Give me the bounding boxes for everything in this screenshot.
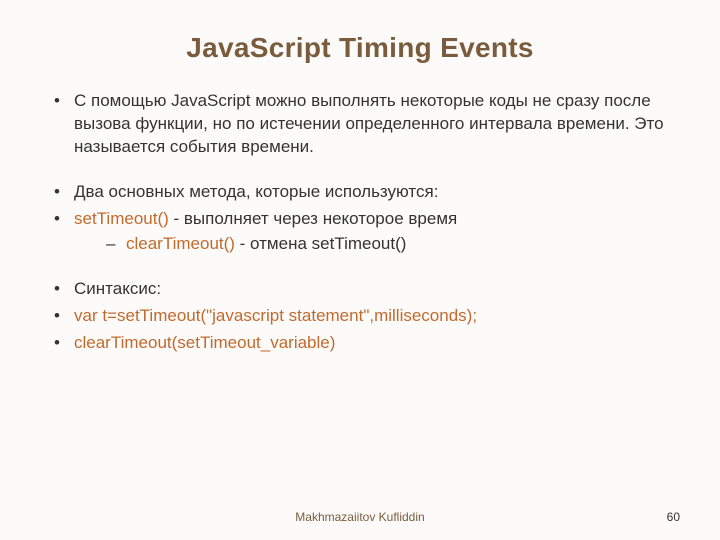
bullet-item-6: clearTimeout(setTimeout_variable) xyxy=(50,332,670,355)
text: - отмена setTimeout() xyxy=(235,234,406,253)
sub-item-1: clearTimeout() - отмена setTimeout() xyxy=(74,233,670,256)
slide: JavaScript Timing Events С помощью JavaS… xyxy=(0,0,720,540)
bullet-item-2: Два основных метода, которые используютс… xyxy=(50,181,670,204)
bullet-item-4: Синтаксис: xyxy=(50,278,670,301)
text: Два основных метода, которые используютс… xyxy=(74,182,438,201)
bullet-item-3: setTimeout() - выполняет через некоторое… xyxy=(50,208,670,256)
page-number: 60 xyxy=(667,510,680,524)
bullet-list: С помощью JavaScript можно выполнять нек… xyxy=(50,90,670,354)
code-text: clearTimeout(setTimeout_variable) xyxy=(74,333,335,352)
bullet-item-5: var t=setTimeout("javascript statement",… xyxy=(50,305,670,328)
sub-list: clearTimeout() - отмена setTimeout() xyxy=(74,233,670,256)
text: - выполняет через некоторое время xyxy=(169,209,457,228)
bullet-item-1: С помощью JavaScript можно выполнять нек… xyxy=(50,90,670,159)
text: Синтаксис: xyxy=(74,279,161,298)
footer-author: Makhmazaiitov Kufliddin xyxy=(0,510,720,524)
text: С помощью JavaScript можно выполнять нек… xyxy=(74,91,664,156)
code-text: var t=setTimeout("javascript statement",… xyxy=(74,306,477,325)
slide-title: JavaScript Timing Events xyxy=(50,32,670,64)
code-text: setTimeout() xyxy=(74,209,169,228)
code-text: clearTimeout() xyxy=(126,234,235,253)
